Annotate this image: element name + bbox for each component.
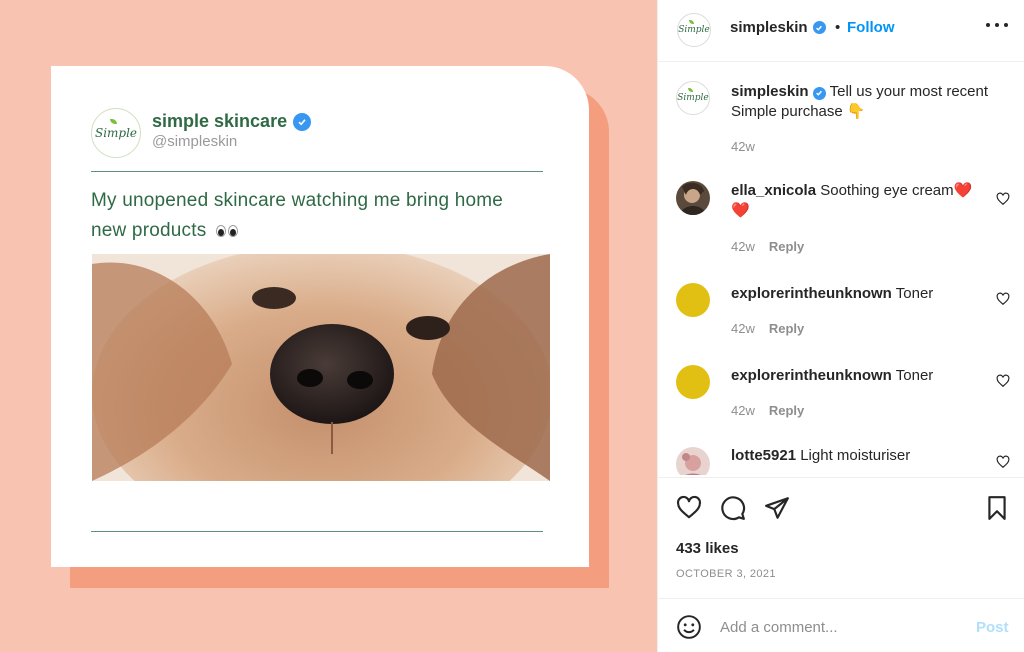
post-button[interactable]: Post: [976, 619, 1009, 636]
comment-text-block: ella_xnicola Soothing eye cream❤️❤️: [731, 181, 981, 221]
eyes-emoji-icon: [215, 224, 238, 237]
comment-username[interactable]: lotte5921: [731, 447, 796, 464]
comment-username[interactable]: ella_xnicola: [731, 182, 816, 199]
send-icon[interactable]: [764, 495, 790, 521]
verified-badge-icon: [812, 86, 826, 100]
more-options-icon[interactable]: [986, 14, 1008, 36]
comment-input[interactable]: [720, 613, 960, 641]
reply-button[interactable]: Reply: [769, 239, 804, 254]
avatar[interactable]: [676, 283, 710, 317]
comment-icon[interactable]: [720, 495, 746, 521]
heart-icon[interactable]: [676, 495, 702, 521]
caption-username[interactable]: simpleskin: [731, 83, 809, 100]
reply-button[interactable]: Reply: [769, 321, 804, 336]
like-comment-heart-icon[interactable]: [996, 292, 1010, 306]
caption-text-block: simpleskin Tell us your most recent Simp…: [731, 82, 991, 122]
comment-text-block: explorerintheunknown Toner: [731, 366, 981, 386]
author-row: simpleskin: [730, 19, 826, 36]
author-avatar[interactable]: Simple: [677, 13, 711, 47]
comment-text: Light moisturiser: [800, 447, 911, 464]
comment-text-block: lotte5921 Light moisturiser: [731, 446, 981, 466]
caption-avatar[interactable]: Simple: [676, 81, 710, 115]
like-comment-heart-icon[interactable]: [996, 374, 1010, 388]
comments-list[interactable]: Simple simpleskin Tell us your most rece…: [658, 63, 1024, 475]
brand-handle: @simpleskin: [152, 133, 238, 150]
comment-text: Toner: [895, 367, 934, 384]
comment-time[interactable]: 42w: [731, 321, 755, 336]
avatar-text: Simple: [678, 20, 710, 35]
divider: [91, 171, 543, 172]
divider: [91, 531, 543, 532]
brand-name: simple skincare: [152, 111, 288, 131]
smiley-icon[interactable]: [676, 614, 702, 640]
avatar-text: Simple: [677, 88, 709, 103]
verified-badge-icon: [293, 112, 312, 131]
comment-time[interactable]: 42w: [731, 239, 755, 254]
comment-meta: 42w Reply: [731, 321, 804, 336]
post-actions: 433 likes OCTOBER 3, 2021: [658, 477, 1024, 597]
comment-meta: 42w Reply: [731, 403, 804, 418]
reply-button[interactable]: Reply: [769, 403, 804, 418]
post-side-panel: Simple simpleskin • Follow Simple simple…: [657, 0, 1024, 652]
tweet-text: My unopened skincare watching me bring h…: [91, 190, 504, 241]
bookmark-icon[interactable]: [984, 495, 1010, 521]
comment-username[interactable]: explorerintheunknown: [731, 367, 892, 384]
verified-badge-icon: [812, 21, 826, 34]
separator-dot: •: [835, 19, 841, 36]
likes-count[interactable]: 433 likes: [676, 540, 739, 557]
post-header: Simple simpleskin • Follow: [658, 0, 1024, 62]
avatar[interactable]: [676, 447, 710, 475]
tweet-card: Simple simple skincare @simpleskin My un…: [51, 66, 589, 567]
brand-logo-text: Simple: [94, 119, 138, 140]
caption-time[interactable]: 42w: [731, 139, 755, 154]
comment-text: Toner: [895, 285, 934, 302]
author-username[interactable]: simpleskin: [730, 19, 808, 36]
add-comment-bar: Post: [658, 598, 1024, 652]
like-comment-heart-icon[interactable]: [996, 192, 1010, 206]
post-media[interactable]: Simple simple skincare @simpleskin My un…: [0, 0, 657, 652]
comment-text-block: explorerintheunknown Toner: [731, 284, 981, 304]
post-date[interactable]: OCTOBER 3, 2021: [676, 568, 776, 580]
caption-meta: 42w: [731, 139, 755, 154]
comment-username[interactable]: explorerintheunknown: [731, 285, 892, 302]
comment-meta: 42w Reply: [731, 239, 804, 254]
comment-time[interactable]: 42w: [731, 403, 755, 418]
avatar[interactable]: [676, 365, 710, 399]
brand-logo: Simple: [91, 108, 141, 158]
dog-photo: [92, 254, 550, 481]
brand-name-row: simple skincare: [152, 111, 312, 132]
follow-button[interactable]: Follow: [847, 19, 895, 36]
like-comment-heart-icon[interactable]: [996, 455, 1010, 469]
avatar[interactable]: [676, 181, 710, 215]
tweet-text-block: My unopened skincare watching me bring h…: [91, 186, 531, 246]
